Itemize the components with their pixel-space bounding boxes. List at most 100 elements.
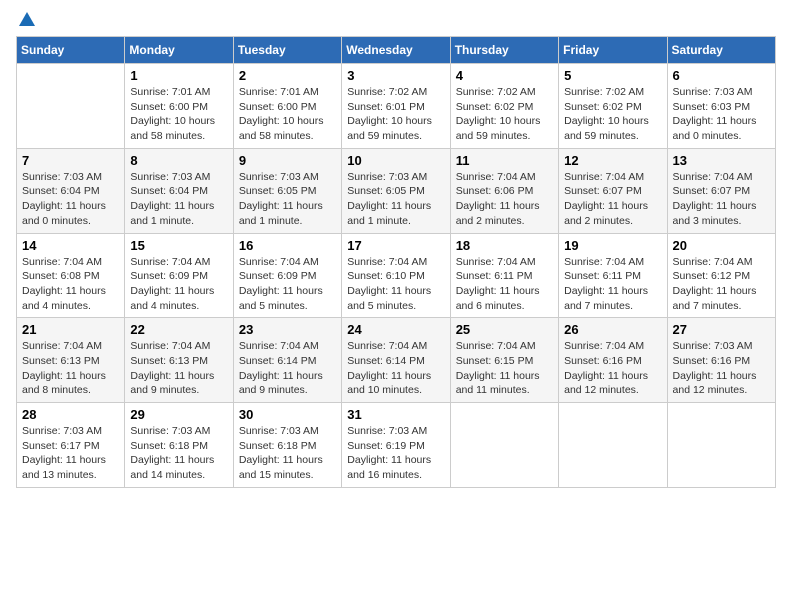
calendar-cell xyxy=(667,403,775,488)
day-number: 2 xyxy=(239,68,336,83)
calendar-cell: 9Sunrise: 7:03 AM Sunset: 6:05 PM Daylig… xyxy=(233,148,341,233)
calendar-cell: 19 Sunrise: 7:04 AM Sunset: 6:11 PM Dayli… xyxy=(559,233,667,318)
day-number: 28 xyxy=(22,407,119,422)
day-info: Sunrise: 7:03 AM Sunset: 6:18 PM Dayligh… xyxy=(130,424,227,483)
day-info: Sunrise: 7:04 AM Sunset: 6:08 PM Dayligh… xyxy=(22,255,119,314)
day-number: 26 xyxy=(564,322,661,337)
calendar-cell: 6 Sunrise: 7:03 AM Sunset: 6:03 PM Daylig… xyxy=(667,64,775,149)
day-info: Sunrise: 7:04 AM Sunset: 6:15 PM Dayligh… xyxy=(456,339,553,398)
day-number: 15 xyxy=(130,238,227,253)
day-info: Sunrise: 7:04 AM Sunset: 6:10 PM Dayligh… xyxy=(347,255,444,314)
day-info: Sunrise: 7:03 AM Sunset: 6:04 PM Dayligh… xyxy=(130,170,227,229)
column-header-tuesday: Tuesday xyxy=(233,37,341,64)
day-number: 4 xyxy=(456,68,553,83)
day-number: 11 xyxy=(456,153,553,168)
day-info: Sunrise: 7:04 AM Sunset: 6:07 PM Dayligh… xyxy=(564,170,661,229)
day-info: Sunrise: 7:04 AM Sunset: 6:11 PM Dayligh… xyxy=(564,255,661,314)
calendar-cell: 29 Sunrise: 7:03 AM Sunset: 6:18 PM Dayli… xyxy=(125,403,233,488)
day-info: Sunrise: 7:04 AM Sunset: 6:07 PM Dayligh… xyxy=(673,170,770,229)
day-info: Sunrise: 7:01 AM Sunset: 6:00 PM Dayligh… xyxy=(130,85,227,144)
calendar-cell: 30 Sunrise: 7:03 AM Sunset: 6:18 PM Dayli… xyxy=(233,403,341,488)
day-number: 6 xyxy=(673,68,770,83)
day-info: Sunrise: 7:04 AM Sunset: 6:09 PM Dayligh… xyxy=(130,255,227,314)
day-number: 7 xyxy=(22,153,119,168)
day-number: 18 xyxy=(456,238,553,253)
logo-triangle-icon xyxy=(19,12,35,26)
calendar-cell: 4 Sunrise: 7:02 AM Sunset: 6:02 PM Daylig… xyxy=(450,64,558,149)
day-info: Sunrise: 7:04 AM Sunset: 6:16 PM Dayligh… xyxy=(564,339,661,398)
day-number: 30 xyxy=(239,407,336,422)
calendar-cell: 17 Sunrise: 7:04 AM Sunset: 6:10 PM Dayli… xyxy=(342,233,450,318)
column-header-thursday: Thursday xyxy=(450,37,558,64)
calendar-cell: 3Sunrise: 7:02 AM Sunset: 6:01 PM Daylig… xyxy=(342,64,450,149)
calendar-cell: 31 Sunrise: 7:03 AM Sunset: 6:19 PM Dayli… xyxy=(342,403,450,488)
calendar-cell: 24Sunrise: 7:04 AM Sunset: 6:14 PM Dayli… xyxy=(342,318,450,403)
calendar-week-row: 14 Sunrise: 7:04 AM Sunset: 6:08 PM Dayli… xyxy=(17,233,776,318)
calendar-table: SundayMondayTuesdayWednesdayThursdayFrid… xyxy=(16,36,776,488)
calendar-cell: 16 Sunrise: 7:04 AM Sunset: 6:09 PM Dayli… xyxy=(233,233,341,318)
day-number: 20 xyxy=(673,238,770,253)
day-info: Sunrise: 7:04 AM Sunset: 6:12 PM Dayligh… xyxy=(673,255,770,314)
day-info: Sunrise: 7:03 AM Sunset: 6:16 PM Dayligh… xyxy=(673,339,770,398)
day-number: 16 xyxy=(239,238,336,253)
column-header-friday: Friday xyxy=(559,37,667,64)
day-number: 13 xyxy=(673,153,770,168)
day-number: 27 xyxy=(673,322,770,337)
column-header-monday: Monday xyxy=(125,37,233,64)
day-number: 23 xyxy=(239,322,336,337)
day-number: 31 xyxy=(347,407,444,422)
day-number: 5 xyxy=(564,68,661,83)
calendar-week-row: 1 Sunrise: 7:01 AM Sunset: 6:00 PM Daylig… xyxy=(17,64,776,149)
day-number: 21 xyxy=(22,322,119,337)
day-number: 22 xyxy=(130,322,227,337)
calendar-cell: 5 Sunrise: 7:02 AM Sunset: 6:02 PM Daylig… xyxy=(559,64,667,149)
calendar-cell: 22 Sunrise: 7:04 AM Sunset: 6:13 PM Dayli… xyxy=(125,318,233,403)
day-info: Sunrise: 7:01 AM Sunset: 6:00 PM Dayligh… xyxy=(239,85,336,144)
calendar-cell: 27 Sunrise: 7:03 AM Sunset: 6:16 PM Dayli… xyxy=(667,318,775,403)
calendar-week-row: 21 Sunrise: 7:04 AM Sunset: 6:13 PM Dayli… xyxy=(17,318,776,403)
day-number: 14 xyxy=(22,238,119,253)
column-header-wednesday: Wednesday xyxy=(342,37,450,64)
calendar-header-row: SundayMondayTuesdayWednesdayThursdayFrid… xyxy=(17,37,776,64)
day-number: 17 xyxy=(347,238,444,253)
day-info: Sunrise: 7:04 AM Sunset: 6:06 PM Dayligh… xyxy=(456,170,553,229)
logo xyxy=(16,16,35,26)
day-info: Sunrise: 7:02 AM Sunset: 6:02 PM Dayligh… xyxy=(456,85,553,144)
calendar-cell: 2 Sunrise: 7:01 AM Sunset: 6:00 PM Daylig… xyxy=(233,64,341,149)
day-info: Sunrise: 7:04 AM Sunset: 6:13 PM Dayligh… xyxy=(22,339,119,398)
day-number: 10 xyxy=(347,153,444,168)
day-number: 8 xyxy=(130,153,227,168)
day-number: 12 xyxy=(564,153,661,168)
day-info: Sunrise: 7:04 AM Sunset: 6:14 PM Dayligh… xyxy=(347,339,444,398)
calendar-cell: 28Sunrise: 7:03 AM Sunset: 6:17 PM Dayli… xyxy=(17,403,125,488)
day-info: Sunrise: 7:03 AM Sunset: 6:19 PM Dayligh… xyxy=(347,424,444,483)
calendar-cell: 20 Sunrise: 7:04 AM Sunset: 6:12 PM Dayli… xyxy=(667,233,775,318)
calendar-cell: 18Sunrise: 7:04 AM Sunset: 6:11 PM Dayli… xyxy=(450,233,558,318)
calendar-week-row: 28Sunrise: 7:03 AM Sunset: 6:17 PM Dayli… xyxy=(17,403,776,488)
day-info: Sunrise: 7:03 AM Sunset: 6:05 PM Dayligh… xyxy=(347,170,444,229)
calendar-cell: 13 Sunrise: 7:04 AM Sunset: 6:07 PM Dayli… xyxy=(667,148,775,233)
page-header xyxy=(16,16,776,26)
day-info: Sunrise: 7:02 AM Sunset: 6:02 PM Dayligh… xyxy=(564,85,661,144)
day-number: 9 xyxy=(239,153,336,168)
calendar-cell: 10 Sunrise: 7:03 AM Sunset: 6:05 PM Dayli… xyxy=(342,148,450,233)
calendar-week-row: 7 Sunrise: 7:03 AM Sunset: 6:04 PM Daylig… xyxy=(17,148,776,233)
column-header-sunday: Sunday xyxy=(17,37,125,64)
calendar-cell: 12 Sunrise: 7:04 AM Sunset: 6:07 PM Dayli… xyxy=(559,148,667,233)
day-info: Sunrise: 7:03 AM Sunset: 6:18 PM Dayligh… xyxy=(239,424,336,483)
day-number: 29 xyxy=(130,407,227,422)
day-info: Sunrise: 7:03 AM Sunset: 6:03 PM Dayligh… xyxy=(673,85,770,144)
day-info: Sunrise: 7:04 AM Sunset: 6:09 PM Dayligh… xyxy=(239,255,336,314)
calendar-cell: 23Sunrise: 7:04 AM Sunset: 6:14 PM Dayli… xyxy=(233,318,341,403)
day-number: 19 xyxy=(564,238,661,253)
day-info: Sunrise: 7:04 AM Sunset: 6:13 PM Dayligh… xyxy=(130,339,227,398)
day-number: 1 xyxy=(130,68,227,83)
day-info: Sunrise: 7:03 AM Sunset: 6:04 PM Dayligh… xyxy=(22,170,119,229)
calendar-cell: 1 Sunrise: 7:01 AM Sunset: 6:00 PM Daylig… xyxy=(125,64,233,149)
calendar-cell xyxy=(450,403,558,488)
day-number: 25 xyxy=(456,322,553,337)
column-header-saturday: Saturday xyxy=(667,37,775,64)
day-number: 3 xyxy=(347,68,444,83)
calendar-cell: 7 Sunrise: 7:03 AM Sunset: 6:04 PM Daylig… xyxy=(17,148,125,233)
calendar-cell xyxy=(559,403,667,488)
